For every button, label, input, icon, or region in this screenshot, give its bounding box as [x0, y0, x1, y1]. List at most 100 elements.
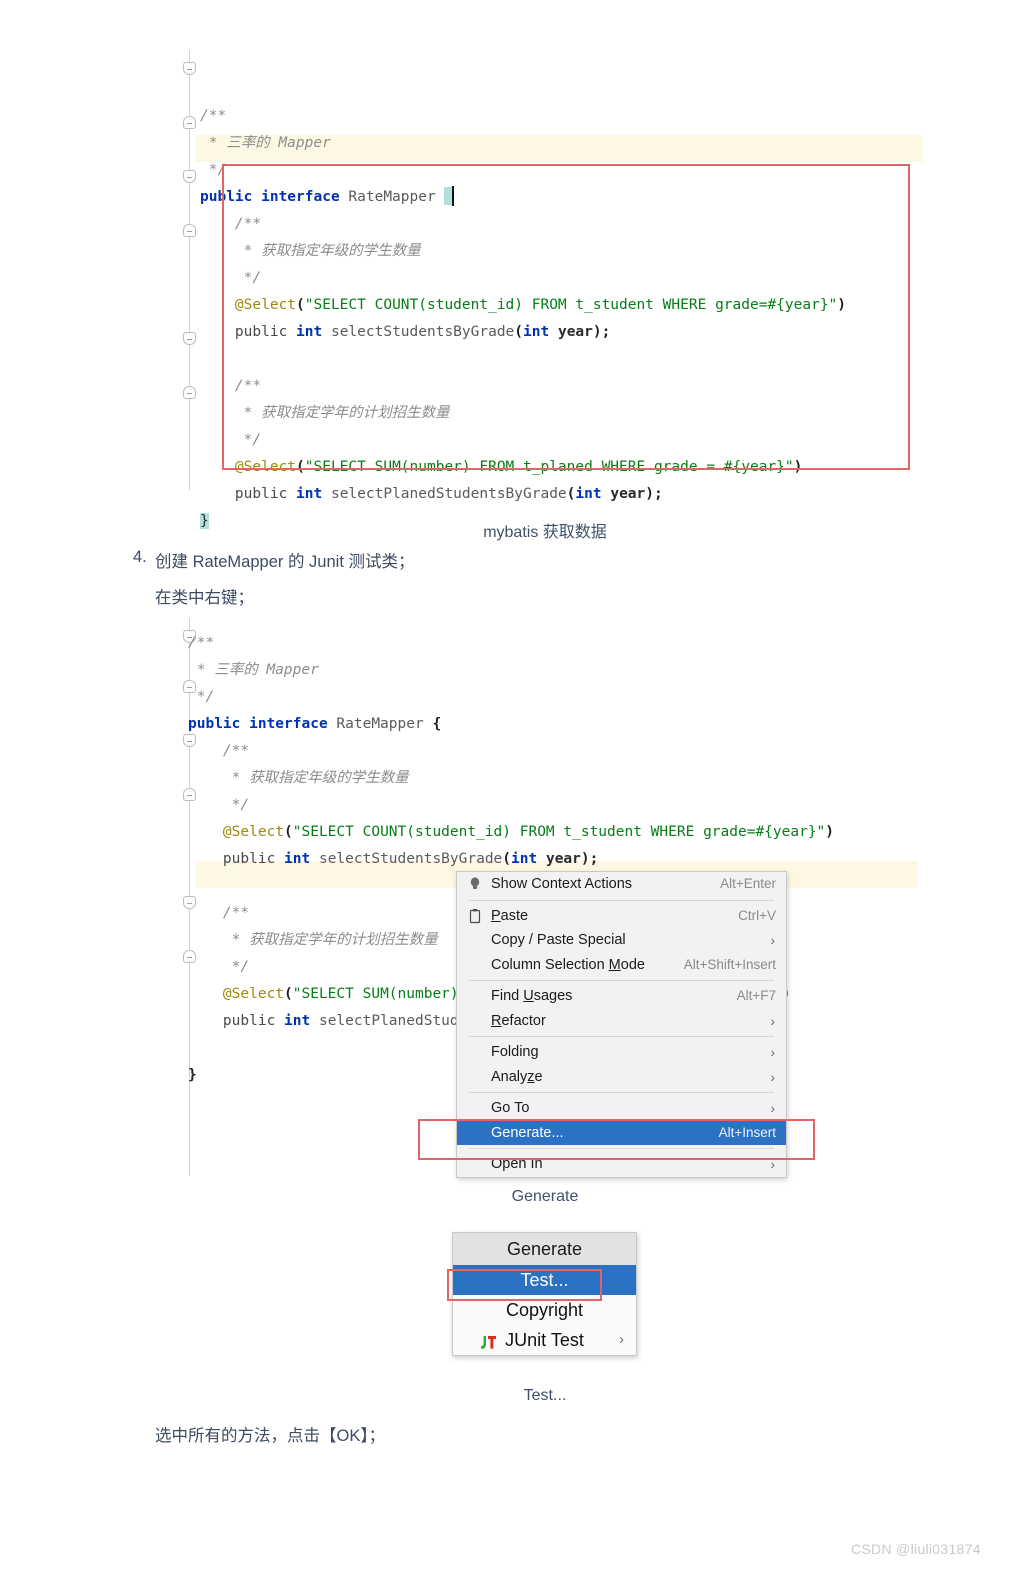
code-token: } — [200, 513, 209, 529]
code-token: /** — [188, 743, 250, 759]
code-token: /** — [200, 378, 262, 394]
code-token: * 获取指定年级的学生数量 — [200, 243, 421, 259]
context-menu-item-open-in[interactable]: Open In › — [457, 1152, 786, 1177]
code-token: /** — [188, 905, 250, 921]
code-line: } — [188, 1062, 197, 1089]
code-token: year — [537, 851, 581, 867]
step-line-2: 在类中右键； — [155, 589, 254, 607]
fold-marker-end-icon[interactable] — [183, 224, 196, 237]
context-menu-item-go-to[interactable]: Go To › — [457, 1096, 786, 1121]
chevron-right-icon: › — [770, 1012, 775, 1029]
code-line: * 三率的 Mapper — [200, 130, 331, 157]
fold-marker-start-icon[interactable] — [183, 170, 196, 183]
chevron-right-icon: › — [770, 1044, 775, 1060]
generate-menu-item-test[interactable]: Test... — [453, 1265, 636, 1295]
code-token: } — [188, 1067, 197, 1083]
context-menu-item-show-context-actions[interactable]: Show Context Actions Alt+Enter — [457, 872, 786, 897]
code-line: * 获取指定学年的计划招生数量 — [188, 927, 438, 954]
code-line: * 三率的 Mapper — [188, 657, 319, 684]
context-menu-item-column-selection-mode[interactable]: Column Selection Mode Alt+Shift+Insert — [457, 953, 786, 978]
code-token: */ — [200, 270, 262, 286]
code-token: public — [222, 1013, 285, 1029]
code-line: /** — [188, 630, 214, 657]
menu-item-shortcut: Ctrl+V — [738, 907, 776, 923]
menu-item-label: Analyze — [491, 1068, 543, 1085]
code-token: ) — [825, 824, 835, 840]
context-menu-item-copy-paste-special[interactable]: Copy / Paste Special › — [457, 928, 786, 953]
menu-separator — [469, 899, 774, 901]
code-line: * 获取指定学年的计划招生数量 — [200, 400, 450, 427]
code-token: */ — [200, 432, 262, 448]
code-token: "SELECT SUM(number) FROM t_planed WHERE … — [304, 459, 794, 475]
code-token: public interface — [188, 716, 337, 732]
code-token: public — [222, 851, 285, 867]
code-token: ( — [502, 851, 512, 867]
junit-icon — [479, 1331, 499, 1349]
code-token: RateMapper — [336, 716, 433, 732]
generate-menu-item-label: Test... — [520, 1270, 569, 1290]
code-line: /** — [200, 373, 261, 400]
code-token: ); — [580, 851, 599, 867]
menu-item-label: Open In — [491, 1156, 543, 1172]
menu-item-shortcut: Alt+Insert — [718, 1124, 776, 1140]
code-token: selectStudentsByGrade — [310, 851, 503, 867]
step-line-3: 选中所有的方法，点击【OK】； — [155, 1427, 386, 1445]
generate-menu-item-junit-test[interactable]: JUnit Test › — [453, 1325, 636, 1355]
code-token: ); — [592, 324, 611, 340]
chevron-right-icon: › — [770, 932, 775, 948]
code-line: @Select("SELECT COUNT(student_id) FROM t… — [188, 819, 834, 846]
fold-marker-end-icon[interactable] — [183, 116, 196, 129]
code-token: /** — [200, 108, 227, 124]
menu-item-label: Copy / Paste Special — [491, 932, 626, 948]
code-token: * 获取指定年级的学生数量 — [188, 770, 409, 786]
generate-popup-menu[interactable]: Generate Test... Copyright JUnit Test › — [452, 1232, 637, 1356]
code-token: ( — [514, 324, 524, 340]
code-token: */ — [188, 959, 250, 975]
csdn-watermark: CSDN @liuli031874 — [851, 1541, 981, 1557]
code-line: */ — [188, 792, 249, 819]
code-token: @Select — [200, 459, 297, 475]
code-line: * 获取指定年级的学生数量 — [188, 765, 409, 792]
context-menu-item-generate[interactable]: Generate... Alt+Insert — [457, 1120, 786, 1145]
code-token: ( — [284, 986, 293, 1002]
caption-generate: Generate — [511, 1188, 579, 1205]
menu-item-shortcut: Alt+F7 — [736, 988, 776, 1003]
fold-marker-start-icon[interactable] — [183, 332, 196, 345]
context-menu-item-find-usages[interactable]: Find Usages Alt+F7 — [457, 984, 786, 1009]
code-token: int — [284, 851, 311, 867]
code-line: */ — [188, 954, 249, 981]
code-token: int — [296, 486, 323, 502]
context-menu-item-analyze[interactable]: Analyze › — [457, 1065, 786, 1090]
menu-separator — [469, 1036, 774, 1037]
code-token: int — [523, 324, 550, 340]
code-token: /** — [188, 635, 215, 651]
code-token: RateMapper — [348, 189, 445, 205]
caption-test: Test... — [523, 1387, 567, 1404]
code-line: */ — [200, 265, 261, 292]
context-menu-item-paste[interactable]: Paste Ctrl+V — [457, 904, 786, 929]
generate-menu-item-copyright[interactable]: Copyright — [453, 1295, 636, 1325]
chevron-right-icon: › — [619, 1331, 624, 1348]
code-token: * 三率的 Mapper — [200, 135, 331, 151]
code-token: */ — [188, 689, 215, 705]
menu-separator — [469, 1092, 774, 1093]
generate-popup-title: Generate — [453, 1233, 636, 1265]
caption-mybatis: mybatis 获取数据 — [483, 524, 607, 541]
generate-menu-item-label: JUnit Test — [505, 1330, 584, 1350]
fold-marker-end-icon[interactable] — [183, 386, 196, 399]
menu-item-shortcut: Alt+Shift+Insert — [683, 956, 776, 972]
code-editor-top[interactable]: /** * 三率的 Mapper */ public interface Rate… — [178, 50, 923, 529]
context-menu-item-folding[interactable]: Folding › — [457, 1040, 786, 1065]
fold-marker-start-icon[interactable] — [183, 62, 196, 75]
code-line: public interface RateMapper — [200, 184, 455, 211]
context-menu-item-refactor[interactable]: Refactor › — [457, 1009, 786, 1034]
code-token: int — [575, 486, 602, 502]
menu-item-label: Column Selection Mode — [491, 956, 645, 973]
step-number: 4. — [133, 548, 147, 566]
editor-context-menu[interactable]: Show Context Actions Alt+Enter Paste Ctrl+V… — [456, 871, 787, 1178]
code-line: @Select("SELECT COUNT(student_id) FROM t… — [200, 292, 846, 319]
